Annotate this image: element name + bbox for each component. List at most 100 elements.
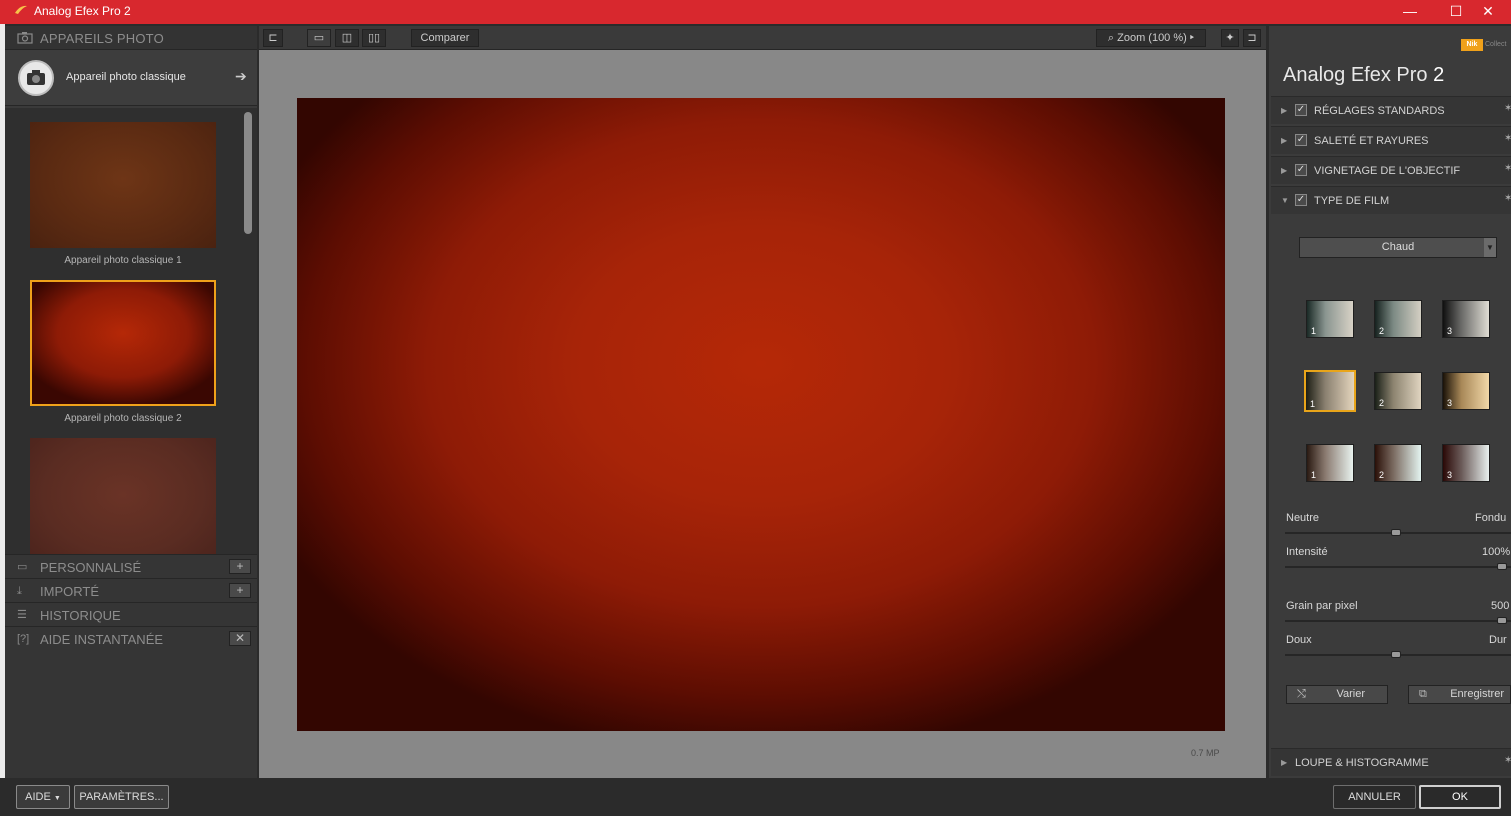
window-title: Analog Efex Pro 2 xyxy=(34,4,131,18)
film-swatch[interactable]: 1 xyxy=(1306,444,1354,482)
slider-neutre-fondu[interactable] xyxy=(1285,529,1511,536)
thumbnail-image[interactable] xyxy=(30,122,216,248)
hide-panel-icon[interactable]: ⊏ xyxy=(263,29,283,47)
app-logo-icon xyxy=(15,5,27,14)
camera-icon xyxy=(17,32,33,44)
close-button[interactable]: ✕ xyxy=(1465,0,1511,24)
slider-knob[interactable] xyxy=(1497,617,1507,624)
cancel-button[interactable]: ANNULER xyxy=(1333,785,1416,809)
section-aide-label: AIDE INSTANTANÉE xyxy=(40,632,164,647)
pin-icon[interactable]: ✶ xyxy=(1504,163,1511,174)
add-import-button[interactable]: + xyxy=(229,583,251,598)
varier-button[interactable]: ⤭ Varier xyxy=(1286,685,1388,704)
slider-knob[interactable] xyxy=(1391,651,1401,658)
slider-intensite-value: 100% xyxy=(1482,546,1511,558)
thumbnail-caption: Appareil photo classique 2 xyxy=(64,413,182,424)
title-bar: Analog Efex Pro 2 — ☐ ✕ xyxy=(0,0,1511,24)
section-importe[interactable]: ⤓ IMPORTÉ + xyxy=(5,578,257,602)
thumbnail-item[interactable] xyxy=(30,438,216,554)
film-swatch[interactable]: 1 xyxy=(1306,300,1354,338)
section-reglages-standards[interactable]: ▶ ✓ RÉGLAGES STANDARDS ✶ xyxy=(1271,96,1511,124)
slider-knob[interactable] xyxy=(1391,529,1401,536)
film-swatch[interactable]: 3 xyxy=(1442,372,1490,410)
section-personnalise[interactable]: ▭ PERSONNALISÉ + xyxy=(5,554,257,578)
pin-icon[interactable]: ✶ xyxy=(1504,103,1511,114)
slider-grain[interactable] xyxy=(1285,617,1511,624)
section-historique[interactable]: ☰ HISTORIQUE xyxy=(5,602,257,626)
film-swatch-selected[interactable]: 1 xyxy=(1304,370,1356,412)
salete-label: SALETÉ ET RAYURES xyxy=(1314,135,1429,147)
slider-intensite[interactable] xyxy=(1285,563,1511,570)
split-view-icon[interactable]: ◫ xyxy=(335,29,359,47)
save-preset-icon: ⧉ xyxy=(1419,688,1427,700)
reglages-checkbox[interactable]: ✓ xyxy=(1295,104,1307,116)
slider-intensite-label: Intensité xyxy=(1286,546,1328,558)
bottom-bar: AIDE ▼ PARAMÈTRES... ANNULER OK xyxy=(0,778,1511,816)
pin-icon[interactable]: ✶ xyxy=(1504,755,1511,766)
thumbnails-scrollbar[interactable] xyxy=(241,108,255,554)
section-aide-instantanee[interactable]: [?] AIDE INSTANTANÉE ✕ xyxy=(5,626,257,650)
film-swatch[interactable]: 2 xyxy=(1374,372,1422,410)
film-type-dropdown[interactable]: Chaud ▼ xyxy=(1299,237,1497,258)
zoom-control[interactable]: ⌕ Zoom (100 %) ▸ xyxy=(1096,29,1206,47)
collapse-icon[interactable]: ▼ xyxy=(1281,196,1289,205)
expand-icon[interactable]: ▶ xyxy=(1281,106,1287,115)
film-checkbox[interactable]: ✓ xyxy=(1295,194,1307,206)
section-salete-rayures[interactable]: ▶ ✓ SALETÉ ET RAYURES ✶ xyxy=(1271,126,1511,154)
chevron-down-icon: ▼ xyxy=(53,795,61,802)
ok-button[interactable]: OK xyxy=(1419,785,1501,809)
add-preset-button[interactable]: + xyxy=(229,559,251,574)
panel-toggle-icon[interactable]: ⊐ xyxy=(1243,29,1261,47)
film-swatch[interactable]: 2 xyxy=(1374,300,1422,338)
swatch-number: 3 xyxy=(1447,326,1453,336)
film-swatch[interactable]: 3 xyxy=(1442,444,1490,482)
help-button[interactable]: AIDE ▼ xyxy=(16,785,70,809)
brand-version: 2 xyxy=(1433,64,1445,86)
brand-title: Analog Efex Pro 2 xyxy=(1283,64,1444,87)
vignetage-checkbox[interactable]: ✓ xyxy=(1295,164,1307,176)
bulb-icon[interactable]: ✦ xyxy=(1221,29,1239,47)
cameras-header[interactable]: APPAREILS PHOTO xyxy=(5,26,257,50)
camera-thumbnails: Appareil photo classique 1 Appareil phot… xyxy=(5,108,257,554)
slider-doux-dur[interactable] xyxy=(1285,651,1511,658)
salete-checkbox[interactable]: ✓ xyxy=(1295,134,1307,146)
minimize-button[interactable]: — xyxy=(1387,0,1433,24)
section-historique-label: HISTORIQUE xyxy=(40,608,121,623)
swatch-number: 2 xyxy=(1379,326,1385,336)
film-label: TYPE DE FILM xyxy=(1314,195,1390,207)
side-by-side-view-icon[interactable]: ▯▯ xyxy=(362,29,386,47)
arrow-right-icon[interactable]: ➔ xyxy=(235,68,247,85)
film-swatch[interactable]: 3 xyxy=(1442,300,1490,338)
current-camera-row[interactable]: Appareil photo classique ➔ xyxy=(5,50,257,106)
pin-icon[interactable]: ✶ xyxy=(1504,133,1511,144)
swatch-number: 2 xyxy=(1379,398,1385,408)
thumbnail-image[interactable] xyxy=(30,280,216,406)
thumbnail-item-selected[interactable]: Appareil photo classique 2 xyxy=(30,280,216,424)
enregistrer-button[interactable]: ⧉ Enregistrer xyxy=(1408,685,1511,704)
thumbnail-image[interactable] xyxy=(30,438,216,554)
scrollbar-thumb[interactable] xyxy=(244,112,252,234)
help-button-label: AIDE xyxy=(25,791,51,803)
thumbnail-item[interactable]: Appareil photo classique 1 xyxy=(30,122,216,266)
swatch-number: 1 xyxy=(1311,470,1317,480)
section-loupe-histogramme[interactable]: ▶ LOUPE & HISTOGRAMME ✶ xyxy=(1271,748,1511,776)
film-swatch[interactable]: 2 xyxy=(1374,444,1422,482)
swatch-number: 3 xyxy=(1447,470,1453,480)
swatch-number: 1 xyxy=(1310,399,1316,409)
loupe-label: LOUPE & HISTOGRAMME xyxy=(1295,757,1429,769)
expand-icon[interactable]: ▶ xyxy=(1281,758,1287,767)
close-help-button[interactable]: ✕ xyxy=(229,631,251,646)
compare-button[interactable]: Comparer xyxy=(411,29,479,47)
expand-icon[interactable]: ▶ xyxy=(1281,166,1287,175)
help-icon: [?] xyxy=(17,633,30,645)
expand-icon[interactable]: ▶ xyxy=(1281,136,1287,145)
single-view-icon[interactable]: ▭ xyxy=(307,29,331,47)
right-panel: Nik Collect Analog Efex Pro 2 ▶ ✓ RÉGLAG… xyxy=(1269,26,1511,778)
slider-knob[interactable] xyxy=(1497,563,1507,570)
film-type-value: Chaud xyxy=(1381,241,1415,253)
settings-button[interactable]: PARAMÈTRES... xyxy=(74,785,169,809)
preview-image[interactable] xyxy=(297,98,1225,731)
section-type-de-film[interactable]: ▼ ✓ TYPE DE FILM ✶ xyxy=(1271,186,1511,214)
section-vignetage[interactable]: ▶ ✓ VIGNETAGE DE L'OBJECTIF ✶ xyxy=(1271,156,1511,184)
pin-icon[interactable]: ✶ xyxy=(1504,193,1511,204)
